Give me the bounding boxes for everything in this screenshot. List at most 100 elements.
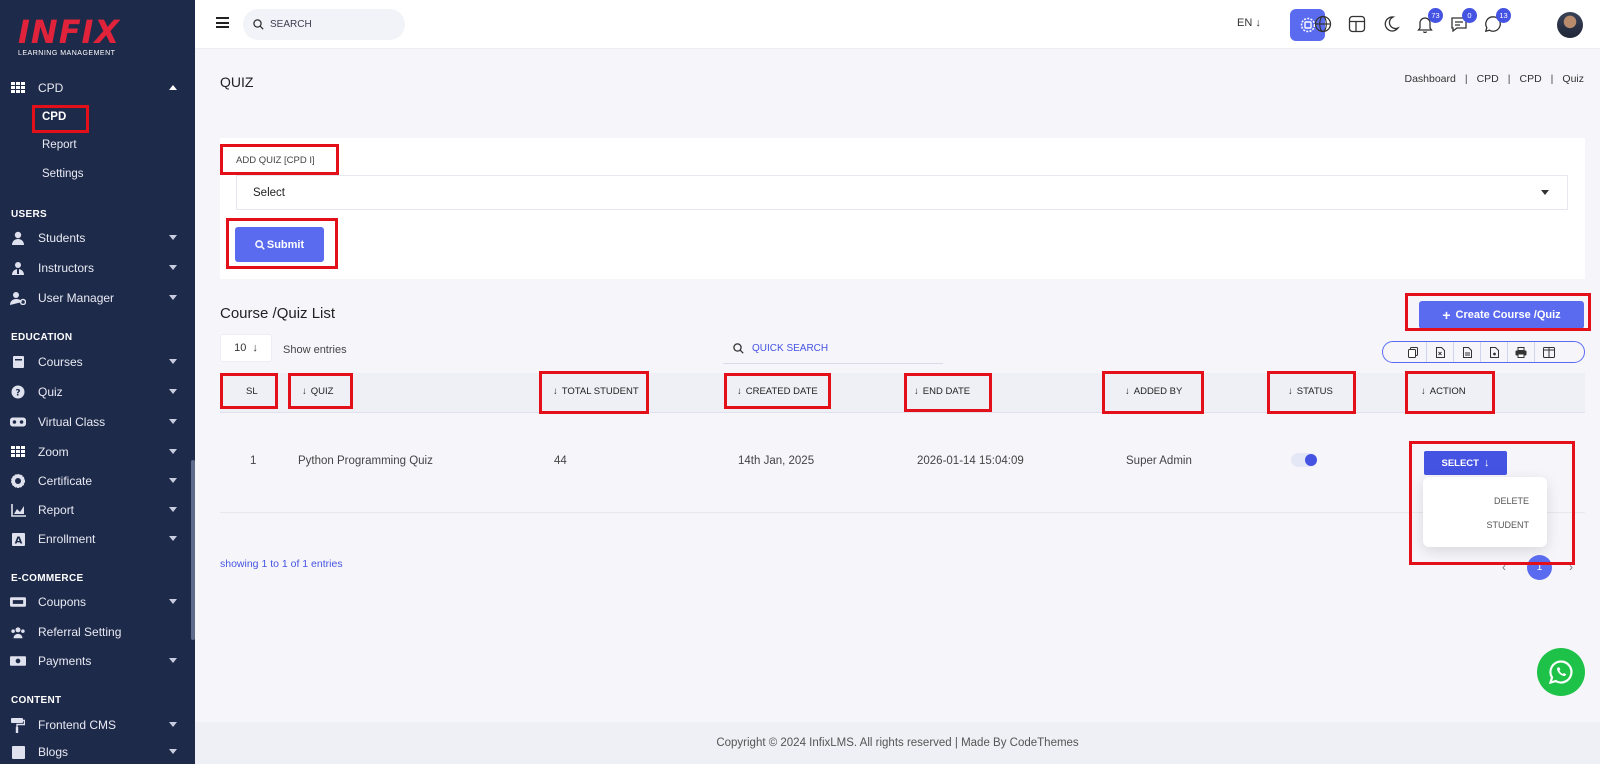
column-header-total-student[interactable]: ↓ TOTAL STUDENT xyxy=(553,386,639,397)
layout-button[interactable] xyxy=(1347,14,1367,34)
sidebar-item-payments[interactable]: Payments xyxy=(0,649,195,673)
breadcrumb-cpd-2[interactable]: CPD xyxy=(1520,73,1542,85)
search-input[interactable] xyxy=(270,19,390,30)
sidebar-item-blogs[interactable]: Blogs xyxy=(0,740,195,764)
list-title: Course /Quiz List xyxy=(220,305,336,322)
column-label: ADDED BY xyxy=(1133,386,1183,397)
sidebar-item-frontend-cms[interactable]: Frontend CMS xyxy=(0,713,195,737)
whatsapp-count-badge: 13 xyxy=(1496,8,1511,23)
sidebar-item-label: Instructors xyxy=(38,261,95,275)
user-gear-icon xyxy=(10,291,26,305)
column-label: CREATED DATE xyxy=(745,386,818,397)
csv-button[interactable] xyxy=(1454,342,1481,362)
user-avatar[interactable] xyxy=(1557,12,1583,38)
money-icon xyxy=(10,654,26,668)
submit-button[interactable]: Submit xyxy=(235,227,324,262)
sidebar-item-enrollment[interactable]: A Enrollment xyxy=(0,527,195,551)
messages-button[interactable]: 0 xyxy=(1449,8,1477,34)
sidebar: INFIX LEARNING MANAGEMENT CPD CPD Report… xyxy=(0,0,195,764)
caret-down-icon xyxy=(169,722,177,727)
dark-mode-button[interactable] xyxy=(1381,14,1401,34)
pdf-button[interactable] xyxy=(1481,342,1508,362)
action-select-button[interactable]: SELECT ↓ xyxy=(1424,451,1507,475)
column-label: SL xyxy=(246,386,258,397)
certificate-icon xyxy=(10,474,26,488)
pagination-prev[interactable]: ‹ xyxy=(1502,560,1506,574)
language-selector[interactable]: EN ↓ xyxy=(1237,17,1261,29)
caret-down-icon xyxy=(169,265,177,270)
sidebar-item-referral-setting[interactable]: Referral Setting xyxy=(0,620,195,644)
sidebar-item-zoom[interactable]: Zoom xyxy=(0,440,195,464)
sidebar-scrollbar[interactable] xyxy=(191,460,195,640)
caret-down-icon xyxy=(169,389,177,394)
breadcrumb: Dashboard | CPD | CPD | Quiz xyxy=(1404,73,1584,85)
column-header-sl[interactable]: SL xyxy=(246,386,258,397)
book-icon xyxy=(10,355,26,369)
pagination-page-1[interactable]: 1 xyxy=(1527,555,1552,580)
row-divider xyxy=(220,512,1585,513)
sidebar-item-quiz[interactable]: ? Quiz xyxy=(0,380,195,404)
column-header-action[interactable]: ↓ ACTION xyxy=(1421,386,1466,397)
sidebar-subitem-cpd[interactable]: CPD xyxy=(42,111,66,123)
breadcrumb-dashboard[interactable]: Dashboard xyxy=(1404,73,1455,85)
notification-count-badge: 73 xyxy=(1428,8,1443,23)
column-header-quiz[interactable]: ↓ QUIZ xyxy=(302,386,333,397)
sidebar-item-virtual-class[interactable]: Virtual Class xyxy=(0,410,195,434)
column-header-created-date[interactable]: ↓ CREATED DATE xyxy=(737,386,818,397)
column-header-added-by[interactable]: ↓ ADDED BY xyxy=(1125,386,1182,397)
global-search[interactable] xyxy=(243,9,405,40)
quiz-select[interactable]: Select xyxy=(236,175,1568,210)
sidebar-item-report[interactable]: Report xyxy=(0,498,195,522)
sidebar-item-label: Virtual Class xyxy=(38,415,106,429)
menu-item-student[interactable]: STUDENT xyxy=(1487,520,1530,530)
sidebar-item-label: Blogs xyxy=(38,745,69,759)
sidebar-item-user-manager[interactable]: User Manager xyxy=(0,286,195,310)
cell-quiz: Python Programming Quiz xyxy=(298,455,433,467)
quick-search[interactable] xyxy=(723,334,943,364)
sidebar-item-label: Courses xyxy=(38,355,83,369)
whatsapp-float-button[interactable] xyxy=(1537,648,1585,696)
sort-icon: ↓ xyxy=(1288,386,1293,397)
sidebar-subitem-settings[interactable]: Settings xyxy=(42,168,84,180)
grid-icon xyxy=(10,445,26,459)
caret-down-icon xyxy=(169,536,177,541)
pagination-next[interactable]: › xyxy=(1569,560,1573,574)
menu-item-delete[interactable]: DELETE xyxy=(1494,496,1529,506)
pagination-info: showing 1 to 1 of 1 entries xyxy=(220,558,343,570)
sidebar-item-instructors[interactable]: Instructors xyxy=(0,256,195,280)
sidebar-item-label: Frontend CMS xyxy=(38,718,117,732)
sort-icon: ↓ xyxy=(914,386,919,397)
sidebar-item-courses[interactable]: Courses xyxy=(0,350,195,374)
column-label: QUIZ xyxy=(310,386,334,397)
whatsapp-chat-button[interactable]: 13 xyxy=(1483,8,1511,34)
breadcrumb-cpd[interactable]: CPD xyxy=(1477,73,1499,85)
entries-per-page-select[interactable]: 10 ↓ xyxy=(220,334,272,362)
notifications-button[interactable]: 73 xyxy=(1415,8,1443,34)
sidebar-item-label: Referral Setting xyxy=(38,625,122,639)
print-button[interactable] xyxy=(1508,342,1535,362)
column-header-status[interactable]: ↓ STATUS xyxy=(1288,386,1333,397)
excel-button[interactable] xyxy=(1427,342,1454,362)
infix-logo[interactable]: INFIX LEARNING MANAGEMENT xyxy=(18,16,120,57)
action-dropdown-menu: DELETE STUDENT xyxy=(1423,477,1547,547)
column-header-end-date[interactable]: ↓ END DATE xyxy=(914,386,970,397)
create-label: Create Course /Quiz xyxy=(1455,309,1561,321)
copy-button[interactable] xyxy=(1400,342,1427,362)
sort-icon: ↓ xyxy=(737,386,742,397)
column-visibility-button[interactable] xyxy=(1535,342,1562,362)
globe-button[interactable] xyxy=(1313,14,1333,34)
create-course-quiz-button[interactable]: + Create Course /Quiz xyxy=(1419,301,1584,329)
sidebar-item-certificate[interactable]: Certificate xyxy=(0,469,195,493)
cell-end-date: 2026-01-14 15:04:09 xyxy=(917,455,1024,467)
globe-icon xyxy=(1314,15,1332,33)
sidebar-item-students[interactable]: Students xyxy=(0,226,195,250)
sidebar-item-cpd[interactable]: CPD xyxy=(0,76,195,100)
status-toggle[interactable] xyxy=(1291,453,1317,467)
menu-toggle-icon[interactable] xyxy=(216,17,229,28)
arrow-down-icon: ↓ xyxy=(1255,17,1261,29)
caret-down-icon xyxy=(169,419,177,424)
moon-icon xyxy=(1384,16,1400,32)
quick-search-input[interactable] xyxy=(752,343,932,354)
sidebar-subitem-report[interactable]: Report xyxy=(42,139,77,151)
sidebar-item-coupons[interactable]: Coupons xyxy=(0,590,195,614)
